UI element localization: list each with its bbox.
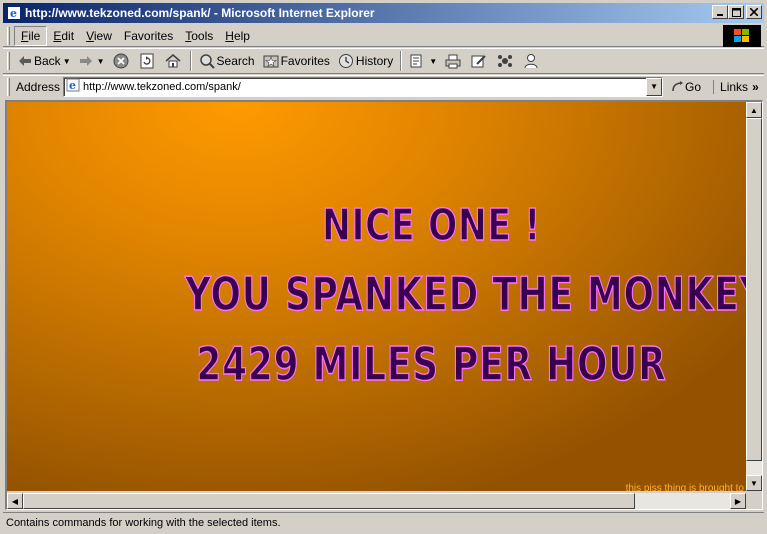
back-dropdown-icon[interactable]: ▼: [63, 57, 71, 66]
discuss-icon: [498, 55, 513, 67]
forward-dropdown-icon[interactable]: ▼: [97, 57, 105, 66]
scroll-corner: [746, 493, 762, 509]
favorites-icon: [263, 55, 279, 68]
back-arrow-icon: [19, 56, 31, 66]
address-url: http://www.tekzoned.com/spank/: [83, 80, 241, 93]
stop-button[interactable]: [109, 51, 135, 71]
minimize-button[interactable]: [712, 5, 728, 19]
stop-icon: [113, 53, 129, 69]
status-text: Contains commands for working with the s…: [6, 516, 281, 529]
vertical-scroll-thumb[interactable]: [746, 118, 762, 461]
messenger-button[interactable]: [519, 51, 545, 71]
menu-grip: [7, 26, 10, 45]
menu-file[interactable]: File: [14, 25, 48, 46]
maximize-icon: [731, 7, 741, 17]
address-label: Address: [16, 79, 61, 94]
menu-bar: File Edit View Favorites Tools Help: [3, 25, 764, 47]
address-bar: Address e http://www.tekzoned.com/spank/…: [3, 75, 764, 97]
vertical-scrollbar[interactable]: ▲ ▼: [746, 102, 762, 491]
horizontal-scrollbar[interactable]: ◀ ▶: [7, 493, 746, 509]
back-button[interactable]: Back ▼: [14, 52, 75, 70]
forward-button[interactable]: ▼: [75, 53, 109, 69]
menu-view[interactable]: View: [80, 27, 118, 45]
svg-text:e: e: [69, 79, 76, 92]
scroll-left-button[interactable]: ◀: [7, 493, 23, 509]
svg-text:e: e: [10, 7, 17, 20]
maximize-button[interactable]: [728, 5, 744, 19]
address-dropdown-button[interactable]: ▼: [646, 77, 663, 96]
forward-arrow-icon: [79, 56, 92, 66]
headline-nice-one: NICE ONE !: [322, 199, 541, 251]
favorites-button[interactable]: Favorites: [259, 51, 334, 71]
search-button[interactable]: Search: [195, 51, 259, 71]
web-page: NICE ONE ! YOU SPANKED THE MONKEY AT 242…: [7, 102, 746, 491]
content-viewport: NICE ONE ! YOU SPANKED THE MONKEY AT 242…: [5, 100, 763, 510]
menu-edit[interactable]: Edit: [47, 27, 80, 45]
standard-toolbar: Back ▼ ▼ Search Favorites History ▼: [3, 48, 764, 74]
search-icon: [199, 54, 215, 69]
scroll-up-button[interactable]: ▲: [746, 102, 762, 118]
window-title: http://www.tekzoned.com/spank/ - Microso…: [25, 6, 375, 20]
refresh-button[interactable]: [135, 51, 161, 71]
scroll-right-button[interactable]: ▶: [730, 493, 746, 509]
ie-icon: e: [6, 5, 22, 21]
print-button[interactable]: [441, 51, 467, 71]
windows-flag-icon: [734, 29, 749, 42]
address-grip: [7, 77, 10, 96]
edit-icon: [471, 55, 486, 68]
close-icon: [750, 8, 758, 16]
links-button[interactable]: Links »: [713, 79, 759, 94]
mail-icon: [410, 54, 422, 68]
go-arrow-icon: [672, 80, 684, 91]
page-icon: e: [66, 78, 80, 95]
credit-text[interactable]: this piss thing is brought to: [626, 483, 744, 491]
toolbar-separator: [189, 51, 192, 71]
title-bar[interactable]: e http://www.tekzoned.com/spank/ - Micro…: [3, 3, 764, 23]
toolbar-grip: [7, 52, 10, 70]
headline-speed: 2429 MILES PER HOUR: [196, 336, 667, 391]
discuss-button[interactable]: [493, 51, 519, 71]
horizontal-scroll-thumb[interactable]: [23, 493, 635, 509]
menu-tools[interactable]: Tools: [179, 27, 219, 45]
mail-button[interactable]: ▼: [405, 51, 441, 71]
home-icon: [165, 54, 181, 68]
toolbar-separator: [400, 51, 403, 71]
scroll-down-button[interactable]: ▼: [746, 475, 762, 491]
address-input[interactable]: e http://www.tekzoned.com/spank/ ▼: [63, 76, 664, 97]
browser-window: e http://www.tekzoned.com/spank/ - Micro…: [0, 0, 767, 534]
home-button[interactable]: [161, 51, 187, 71]
menu-favorites[interactable]: Favorites: [118, 27, 179, 45]
history-icon: [338, 54, 353, 68]
windows-logo: [723, 25, 761, 47]
print-icon: [445, 54, 461, 69]
messenger-icon: [524, 54, 538, 69]
minimize-icon: [717, 14, 723, 16]
edit-button[interactable]: [467, 51, 493, 71]
history-button[interactable]: History: [334, 51, 397, 71]
go-button[interactable]: Go: [671, 80, 701, 94]
menu-help[interactable]: Help: [219, 27, 256, 45]
close-button[interactable]: [746, 5, 762, 19]
mail-dropdown-icon[interactable]: ▼: [429, 57, 437, 66]
chevron-right-icon: »: [752, 79, 759, 94]
headline-spanked: YOU SPANKED THE MONKEY AT: [184, 266, 746, 321]
refresh-icon: [140, 53, 154, 69]
status-bar: Contains commands for working with the s…: [3, 512, 764, 532]
